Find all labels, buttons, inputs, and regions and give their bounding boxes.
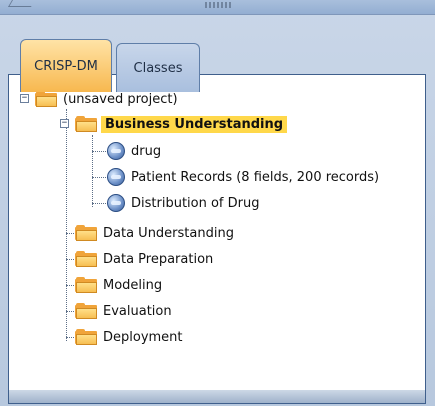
tree-node-evaluation[interactable]: Evaluation [75,300,172,322]
tree-guide-line [92,177,108,179]
tree-node-label: Evaluation [103,303,172,319]
folder-icon [75,329,97,345]
tree-node-data-preparation[interactable]: Data Preparation [75,248,213,270]
tab-crisp-dm[interactable]: CRISP-DM [20,39,112,92]
tree-guide-line [92,135,94,207]
folder-icon [35,91,57,107]
tree-node-distribution-of-drug[interactable]: Distribution of Drug [107,192,259,214]
collapse-icon[interactable]: − [20,94,29,103]
tree-node-label: Patient Records (8 fields, 200 records) [131,169,380,185]
tree-node-patient-records[interactable]: Patient Records (8 fields, 200 records) [107,166,379,188]
folder-icon [75,277,97,293]
tree-node-label: drug [131,143,162,159]
tab-classes[interactable]: Classes [116,43,200,92]
folder-icon [75,251,97,267]
tree-node-label: Business Understanding [101,115,288,133]
panel-footer-bar [8,390,426,404]
tree-node-label: Data Understanding [103,225,234,241]
tree-node-label: Deployment [103,329,183,345]
tab-label: Classes [133,60,183,76]
window-frame: CRISP-DM Classes − (unsaved project) − B… [0,0,435,406]
tree-node-label: Data Preparation [103,251,214,267]
tree-node-label: Distribution of Drug [131,195,260,211]
tree-node-business-understanding[interactable]: Business Understanding [75,113,288,135]
folder-icon [75,116,97,132]
corner-grip-icon [7,0,36,7]
tree-node-deployment[interactable]: Deployment [75,326,183,348]
tree-node-drug[interactable]: drug [107,140,161,162]
project-tree-panel: − (unsaved project) − Business Understan… [8,74,426,404]
data-node-icon [107,168,125,186]
panel-title-bar [0,0,435,15]
tree-node-modeling[interactable]: Modeling [75,274,162,296]
tree-guide-line [92,203,108,205]
tree-node-label: (unsaved project) [63,91,178,107]
data-node-icon [107,142,125,160]
tab-bar: CRISP-DM Classes [8,18,428,92]
folder-icon [75,225,97,241]
data-node-icon [107,194,125,212]
drag-handle[interactable] [205,2,231,8]
project-tree: − (unsaved project) − Business Understan… [9,75,425,403]
folder-icon [75,303,97,319]
tree-guide-line [66,109,68,341]
tree-node-data-understanding[interactable]: Data Understanding [75,222,234,244]
tree-node-label: Modeling [103,277,163,293]
collapse-icon[interactable]: − [60,119,69,128]
tree-guide-line [92,151,108,153]
tab-label: CRISP-DM [34,58,98,74]
